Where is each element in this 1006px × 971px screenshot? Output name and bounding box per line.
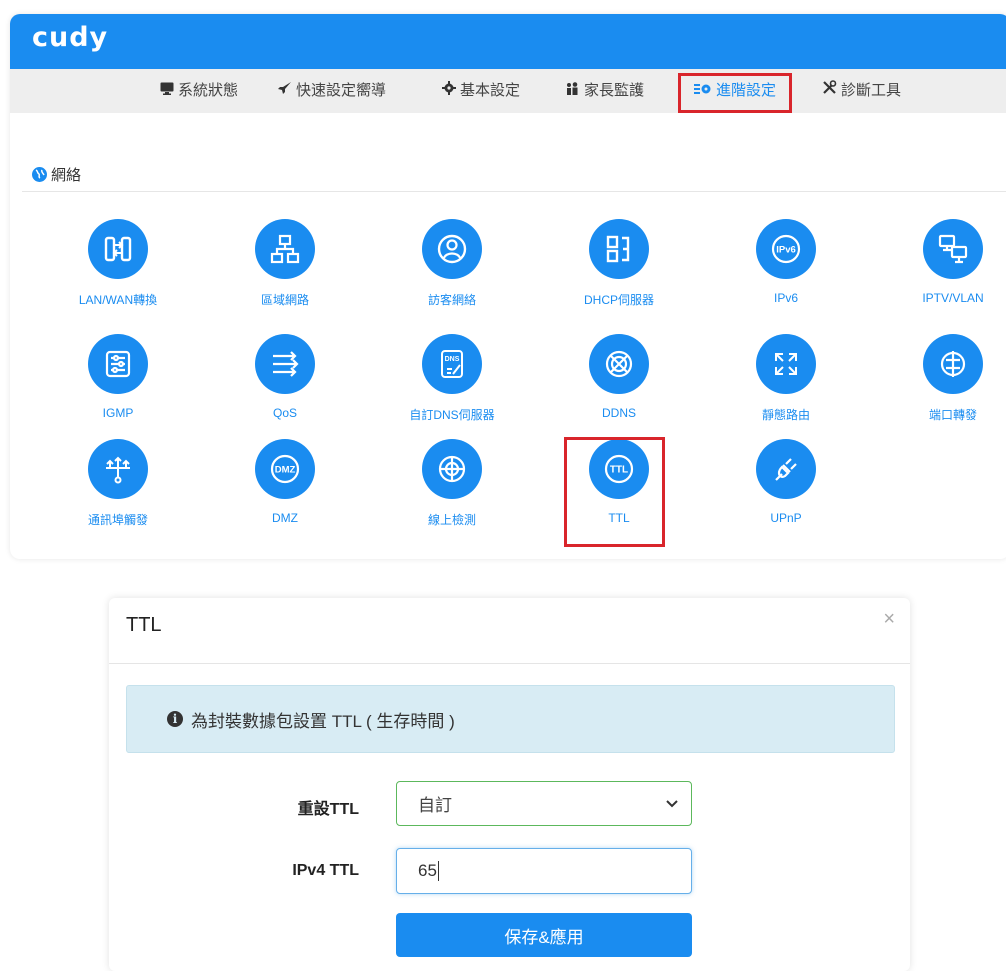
tile-label: 通訊埠觸發 [87, 513, 148, 527]
nav-label: 系統狀態 [178, 82, 239, 99]
igmp-icon [88, 334, 148, 394]
ddns-icon [589, 334, 649, 394]
tile-label: IPv6 [773, 291, 798, 305]
ttl-dialog: TTL × i 為封裝數據包設置 TTL ( 生存時間 ) 重設TTL 自訂 I… [109, 598, 910, 971]
chevron-down-icon [665, 795, 679, 815]
tile-label: DDNS [601, 406, 636, 420]
ipv4-ttl-input[interactable]: 65 [396, 848, 692, 894]
svg-text:DNS: DNS [445, 356, 460, 363]
advanced-settings-highlight [678, 73, 792, 113]
tile-port-forward[interactable]: 端口轉發 [883, 334, 1006, 423]
static-route-icon [756, 334, 816, 394]
nav-item-basic-settings[interactable]: 基本設定 [442, 69, 520, 113]
ttl-highlight [564, 437, 665, 547]
tile-label: 線上檢測 [427, 513, 476, 527]
rocket-icon [278, 69, 292, 113]
divider [109, 663, 910, 664]
info-alert: i 為封裝數據包設置 TTL ( 生存時間 ) [126, 685, 895, 753]
tile-upnp[interactable]: UPnP [716, 439, 856, 525]
tile-online-detect[interactable]: 線上檢測 [382, 439, 522, 528]
reset-ttl-label: 重設TTL [297, 801, 359, 818]
main-nav: 系統狀態 快速設定嚮導 基本設定 家長監護 進階設定 診斷工具 [10, 69, 1006, 113]
select-value: 自訂 [418, 796, 452, 815]
tile-label: UPnP [770, 511, 802, 525]
tile-custom-dns[interactable]: DNS 自訂DNS伺服器 [382, 334, 522, 423]
section-title-network: 網絡 [32, 164, 81, 185]
network-tree-icon [255, 219, 315, 279]
svg-text:DMZ: DMZ [275, 465, 296, 476]
dmz-icon: DMZ [255, 439, 315, 499]
info-icon: i [167, 711, 183, 727]
lan-wan-switch-icon [88, 219, 148, 279]
dns-edit-icon: DNS [422, 334, 482, 394]
tile-label: 訪客網絡 [427, 293, 476, 307]
upnp-plug-icon [756, 439, 816, 499]
iptv-icon [923, 219, 983, 279]
text-caret [437, 861, 439, 881]
family-icon [566, 69, 580, 113]
tile-label: DHCP伺服器 [583, 293, 654, 307]
tile-dmz[interactable]: DMZ DMZ [215, 439, 355, 525]
port-forward-icon [923, 334, 983, 394]
nav-item-diagnostic-tools[interactable]: 診斷工具 [822, 69, 901, 113]
tile-label: QoS [272, 406, 297, 420]
monitor-icon [160, 69, 174, 113]
tile-lan[interactable]: 區域網路 [215, 219, 355, 308]
nav-item-system-status[interactable]: 系統狀態 [160, 69, 238, 113]
tile-ddns[interactable]: DDNS [549, 334, 689, 420]
tile-guest-network[interactable]: 訪客網絡 [382, 219, 522, 308]
tile-iptv-vlan[interactable]: IPTV/VLAN [883, 219, 1006, 305]
reset-ttl-select[interactable]: 自訂 [396, 781, 692, 826]
router-panel: cudy 系統狀態 快速設定嚮導 基本設定 家長監護 進階設定 診斷工具 網絡 … [10, 14, 1006, 559]
tile-label: 靜態路由 [761, 408, 810, 422]
close-icon[interactable]: × [883, 608, 895, 631]
tile-dhcp-server[interactable]: DHCP伺服器 [549, 219, 689, 308]
tile-lan-wan-switch[interactable]: LAN/WAN轉換 [48, 219, 188, 308]
info-text: 為封裝數據包設置 TTL ( 生存時間 ) [191, 711, 455, 731]
nav-label: 快速設定嚮導 [296, 82, 387, 99]
tile-label: 區域網路 [260, 293, 309, 307]
nav-item-quick-setup[interactable]: 快速設定嚮導 [278, 69, 386, 113]
cudy-logo[interactable]: cudy [32, 22, 108, 53]
tile-qos[interactable]: QoS [215, 334, 355, 420]
tile-label: 自訂DNS伺服器 [409, 408, 495, 422]
tile-static-route[interactable]: 靜態路由 [716, 334, 856, 423]
dialog-title: TTL [126, 614, 162, 636]
ipv4-ttl-label: IPv4 TTL [292, 862, 359, 879]
tile-label: IGMP [102, 406, 134, 420]
tile-ipv6[interactable]: IPv6 IPv6 [716, 219, 856, 305]
online-detect-icon [422, 439, 482, 499]
nav-label: 診斷工具 [841, 82, 902, 99]
svg-text:IPv6: IPv6 [776, 245, 796, 256]
nav-label: 基本設定 [460, 82, 521, 99]
guest-user-icon [422, 219, 482, 279]
header-bar: cudy [10, 14, 1006, 69]
globe-icon [32, 167, 47, 182]
ipv6-icon: IPv6 [756, 219, 816, 279]
nav-item-parental-control[interactable]: 家長監護 [566, 69, 644, 113]
tile-label: IPTV/VLAN [922, 291, 984, 305]
save-apply-button[interactable]: 保存&應用 [396, 913, 692, 957]
nav-label: 家長監護 [584, 82, 645, 99]
dhcp-icon [589, 219, 649, 279]
qos-arrows-icon [255, 334, 315, 394]
section-title-text: 網絡 [51, 167, 82, 184]
port-trigger-icon [88, 439, 148, 499]
divider [22, 191, 1006, 192]
tile-igmp[interactable]: IGMP [48, 334, 188, 420]
tile-label: 端口轉發 [928, 408, 977, 422]
tile-label: LAN/WAN轉換 [78, 293, 158, 307]
gear-icon [442, 69, 456, 113]
tile-label: DMZ [272, 511, 298, 525]
input-value: 65 [418, 861, 437, 880]
tile-port-trigger[interactable]: 通訊埠觸發 [48, 439, 188, 528]
tools-icon [822, 69, 837, 113]
